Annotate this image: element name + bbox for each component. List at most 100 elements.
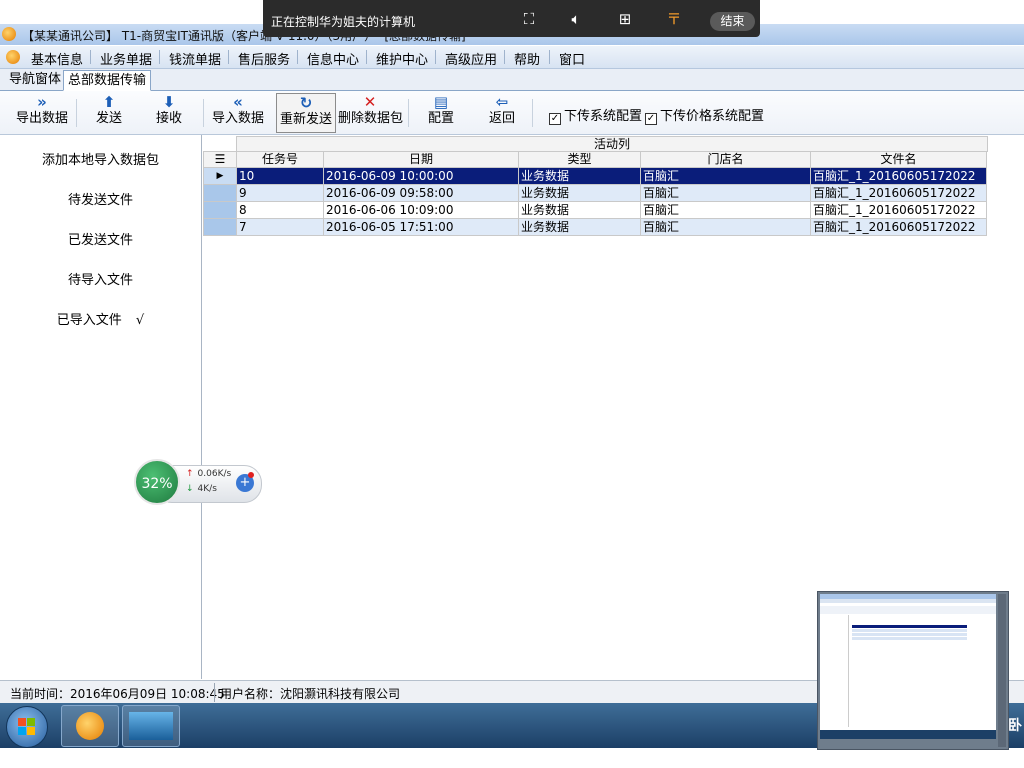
menu-separator [504, 50, 505, 64]
toolbar-separator [408, 99, 409, 127]
menu-advanced[interactable]: 高级应用 [445, 49, 497, 68]
user-name: 用户名称：沈阳灏讯科技有限公司 [220, 687, 401, 701]
export-data-button[interactable]: » 导出数据 [14, 93, 70, 131]
remote-screen-preview[interactable] [817, 591, 1009, 750]
cell-type: 业务数据 [518, 167, 641, 185]
fullscreen-icon[interactable]: ⛶ [518, 9, 540, 29]
send-button[interactable]: ⬆ 发送 [92, 93, 126, 131]
menu-bar: 基本信息 业务单据 钱流单据 售后服务 信息中心 维护中心 高级应用 帮助 窗口 [0, 46, 1024, 69]
nav-imported-files[interactable]: 已导入文件 √ [0, 309, 201, 328]
windows-logo-icon [18, 718, 36, 736]
preview-row [852, 629, 967, 632]
checkbox-checked-icon: ✓ [645, 113, 657, 125]
table-row[interactable]: 7 2016-06-05 17:51:00 业务数据 百脑汇 百脑汇_1_201… [203, 218, 987, 236]
menu-window[interactable]: 窗口 [559, 49, 585, 68]
tab-hq-data-transfer[interactable]: 总部数据传输 [63, 70, 152, 91]
delete-package-button[interactable]: ✕ 删除数据包 [338, 93, 403, 131]
menu-cashflow-docs[interactable]: 钱流单据 [169, 49, 221, 68]
nav-pending-send[interactable]: 待发送文件 [0, 189, 201, 208]
checkbox-checked-icon: ✓ [549, 113, 561, 125]
toolbar-separator [203, 99, 204, 127]
grid-menu-icon[interactable]: ☰ [203, 151, 237, 168]
screen-switch-icon[interactable]: ⊞ [614, 9, 636, 29]
cell-date: 2016-06-09 09:58:00 [323, 184, 519, 202]
document-config-icon: ▤ [433, 93, 449, 111]
cell-type: 业务数据 [518, 201, 641, 219]
end-session-button[interactable]: 结束 [710, 12, 755, 31]
menu-app-icon [6, 50, 20, 64]
nav-add-local-import[interactable]: 添加本地导入数据包 [0, 149, 201, 168]
cell-task: 8 [236, 201, 324, 219]
nav-pending-import[interactable]: 待导入文件 [0, 269, 201, 288]
preview-row [852, 637, 967, 640]
tab-strip: 导航窗体 总部数据传输 [0, 69, 1024, 91]
pin-icon[interactable]: 〒 [663, 9, 685, 29]
column-header-type[interactable]: 类型 [518, 151, 641, 168]
network-speed-widget[interactable]: 32% ↑ 0.06K/s ↓ 4K/s + [134, 459, 262, 505]
status-separator [214, 683, 215, 702]
close-icon: ✕ [363, 93, 377, 111]
resend-button[interactable]: ↻ 重新发送 [276, 93, 336, 133]
menu-business-docs[interactable]: 业务单据 [100, 49, 152, 68]
tray-ime-icon[interactable]: 卧 [1008, 715, 1022, 735]
notification-dot [248, 472, 254, 478]
current-time: 当前时间：2016年06月09日 10:08:45 [10, 687, 225, 701]
menu-maintenance-center[interactable]: 维护中心 [376, 49, 428, 68]
row-indicator-icon: ▶ [203, 167, 237, 185]
preview-toolbar [820, 606, 996, 614]
menu-basic-info[interactable]: 基本信息 [31, 49, 83, 68]
cell-store: 百脑汇 [640, 218, 811, 236]
menu-after-sales[interactable]: 售后服务 [238, 49, 290, 68]
cell-file: 百脑汇_1_20160605172022 [810, 218, 987, 236]
grid-group-header: 活动列 [236, 136, 988, 152]
desktop-thumbnail-icon [129, 712, 173, 740]
double-chevron-left-icon: « [233, 93, 243, 111]
preview-taskbar [820, 730, 996, 739]
nav-sent-files[interactable]: 已发送文件 [0, 229, 201, 248]
preview-scrollbar[interactable] [998, 594, 1006, 747]
start-button[interactable] [6, 706, 48, 748]
checkmark-icon: √ [135, 313, 145, 328]
cell-type: 业务数据 [518, 184, 641, 202]
download-speed: ↓ 4K/s [186, 484, 217, 494]
table-row[interactable]: 9 2016-06-09 09:58:00 业务数据 百脑汇 百脑汇_1_201… [203, 184, 987, 202]
cell-date: 2016-06-06 10:09:00 [323, 201, 519, 219]
column-header-task[interactable]: 任务号 [236, 151, 324, 168]
tab-navigation[interactable]: 导航窗体 [5, 70, 65, 89]
receive-button[interactable]: ⬇ 接收 [152, 93, 186, 131]
remote-status-text: 正在控制华为姐夫的计算机 [271, 15, 416, 29]
taskbar-app-remote-desktop[interactable] [122, 705, 180, 747]
download-system-config-checkbox[interactable]: ✓ 下传系统配置 [549, 105, 642, 125]
cell-store: 百脑汇 [640, 167, 811, 185]
import-data-button[interactable]: « 导入数据 [211, 93, 265, 131]
app-logo-icon [2, 27, 16, 41]
app-logo-icon [76, 712, 104, 740]
cell-store: 百脑汇 [640, 201, 811, 219]
download-price-config-checkbox[interactable]: ✓ 下传价格系统配置 [645, 105, 764, 125]
left-nav-panel: 添加本地导入数据包 待发送文件 已发送文件 待导入文件 已导入文件 √ [0, 135, 202, 679]
task-grid: ☰ 任务号 日期 类型 门店名 文件名 ▶ 10 2016-06-09 10:0… [203, 151, 987, 236]
volume-icon[interactable]: 🔈︎ [565, 9, 587, 29]
row-indicator [203, 201, 237, 219]
arrow-up-icon: ⬆ [102, 93, 116, 111]
column-header-file[interactable]: 文件名 [810, 151, 987, 168]
column-header-date[interactable]: 日期 [323, 151, 519, 168]
column-header-store[interactable]: 门店名 [640, 151, 811, 168]
back-button[interactable]: ⇦ 返回 [487, 93, 517, 131]
taskbar-app-shangmaobao[interactable] [61, 705, 119, 747]
grid-header-row: ☰ 任务号 日期 类型 门店名 文件名 [203, 151, 987, 168]
table-row[interactable]: ▶ 10 2016-06-09 10:00:00 业务数据 百脑汇 百脑汇_1_… [203, 167, 987, 185]
config-button[interactable]: ▤ 配置 [425, 93, 457, 131]
toolbar: » 导出数据 ⬆ 发送 ⬇ 接收 « 导入数据 ↻ 重新发送 ✕ 删除数据包 ▤… [0, 91, 1024, 135]
exit-door-icon: ⇦ [495, 93, 509, 111]
menu-separator [228, 50, 229, 64]
menu-separator [435, 50, 436, 64]
toolbar-separator [532, 99, 533, 127]
menu-separator [366, 50, 367, 64]
cell-file: 百脑汇_1_20160605172022 [810, 167, 987, 185]
menu-info-center[interactable]: 信息中心 [307, 49, 359, 68]
cell-file: 百脑汇_1_20160605172022 [810, 201, 987, 219]
menu-separator [159, 50, 160, 64]
menu-help[interactable]: 帮助 [514, 49, 540, 68]
table-row[interactable]: 8 2016-06-06 10:09:00 业务数据 百脑汇 百脑汇_1_201… [203, 201, 987, 219]
